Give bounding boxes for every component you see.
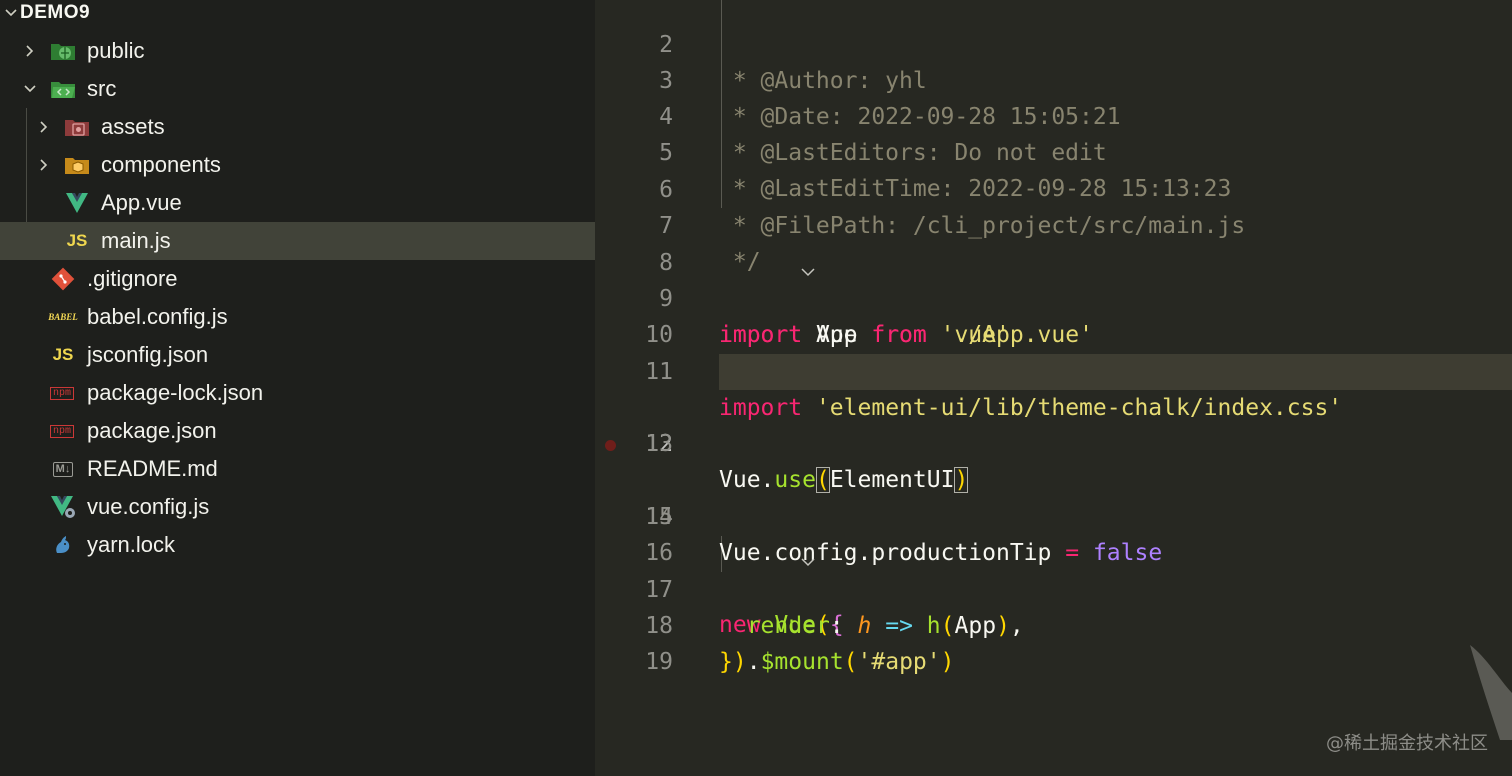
js-file-icon: JS (66, 231, 88, 250)
tree-item-label: README.md (87, 456, 218, 481)
tree-item-gitignore[interactable]: .gitignore (0, 260, 595, 298)
tree-item-label: yarn.lock (87, 532, 176, 557)
chevron-down-icon (22, 81, 38, 97)
code-line: 3 * @Date: 2022-09-28 15:05:21 (595, 27, 1512, 130)
code-line: 14 Vue.config.productionTip = false (595, 427, 1512, 566)
line-content: }).$mount('#app') (719, 649, 955, 675)
vscode-window: DEMO9 public src assets components App.v… (0, 0, 1512, 776)
tree-item-package-lock[interactable]: npm package-lock.json (0, 374, 595, 412)
markdown-file-icon: M↓ (49, 456, 77, 482)
tree-item-src[interactable]: src (0, 70, 595, 108)
tree-item-readme[interactable]: M↓ README.md (0, 450, 595, 488)
git-file-icon (50, 266, 76, 292)
tree-item-main-js[interactable]: JS main.js (0, 222, 595, 260)
npm-icon-text: npm (49, 386, 74, 400)
code-line: 2 * @Author: yhl (595, 0, 1512, 94)
code-line: 15 (595, 463, 1512, 530)
tree-item-label: jsconfig.json (87, 342, 209, 367)
folder-public-icon (50, 38, 76, 64)
vue-file-icon (64, 190, 90, 216)
npm-file-icon: npm (48, 418, 76, 444)
tree-item-label: babel.config.js (87, 304, 228, 329)
decorative-shape (1470, 645, 1512, 740)
chevron-right-icon (22, 43, 38, 59)
babel-file-icon: BABEL (48, 312, 78, 322)
code-line: 9 import App from './App.vue' (595, 245, 1512, 348)
tree-item-vue-config[interactable]: vue.config.js (0, 488, 595, 526)
tree-item-label: vue.config.js (87, 494, 210, 519)
code-line: 10 import ElementUI from 'element-ui' (595, 281, 1512, 384)
fold-chevron-icon[interactable] (689, 509, 815, 567)
code-line: 8 import Vue from 'vue' (595, 209, 1512, 348)
code-line: 13 (595, 390, 1512, 457)
yarn-file-icon (50, 532, 76, 558)
folder-src-icon (50, 76, 76, 102)
explorer-section-header[interactable]: DEMO9 (0, 0, 595, 26)
explorer-section-title: DEMO9 (20, 2, 91, 23)
code-line: 17 render: h => h(App), (595, 536, 1512, 639)
tree-item-public[interactable]: public (0, 32, 595, 70)
code-editor[interactable]: 2 * @Author: yhl 3 * @Date: 2022-09-28 1… (595, 0, 1512, 776)
folder-assets-icon (64, 114, 90, 140)
npm-file-icon: npm (48, 380, 76, 406)
code-line-current: 12 Vue.use(ElementUI) (595, 354, 1512, 493)
tree-item-label: package.json (87, 418, 217, 443)
tree-item-label: main.js (101, 228, 171, 253)
code-line: 19 (595, 608, 1512, 675)
tree-item-components[interactable]: components (0, 146, 595, 184)
tree-item-label: assets (101, 114, 165, 139)
chevron-right-icon (36, 119, 52, 135)
folder-components-icon (64, 152, 90, 178)
tree-item-package-json[interactable]: npm package.json (0, 412, 595, 450)
code-line: 4 * @LastEditors: Do not edit (595, 63, 1512, 166)
tree-item-app-vue[interactable]: App.vue (0, 184, 595, 222)
current-line-highlight (719, 354, 1512, 390)
tree-item-label: .gitignore (87, 266, 178, 291)
npm-icon-text: npm (49, 424, 74, 438)
watermark-text: @稀土掘金技术社区 (1326, 733, 1488, 754)
tree-item-jsconfig[interactable]: JS jsconfig.json (0, 336, 595, 374)
tree-item-babel-config[interactable]: BABEL babel.config.js (0, 298, 595, 336)
markdown-icon-text: M↓ (52, 461, 74, 477)
chevron-down-icon (2, 6, 20, 20)
code-line: 16 new Vue({ (595, 499, 1512, 638)
explorer-sidebar: DEMO9 public src assets components App.v… (0, 0, 595, 776)
tree-item-label: public (87, 38, 145, 63)
tree-item-label: package-lock.json (87, 380, 264, 405)
vue-config-icon (50, 494, 76, 520)
code-line: 6 * @FilePath: /cli_project/src/main.js (595, 136, 1512, 239)
code-line: 11 import 'element-ui/lib/theme-chalk/in… (595, 318, 1512, 421)
fold-chevron-icon[interactable] (689, 219, 815, 277)
tree-item-assets[interactable]: assets (0, 108, 595, 146)
tree-item-yarn-lock[interactable]: yarn.lock (0, 526, 595, 564)
tree-item-label: components (101, 152, 221, 177)
breakpoint-icon[interactable] (605, 440, 616, 451)
tree-item-label: src (87, 76, 117, 101)
line-number: 19 (645, 649, 673, 675)
tree-item-label: App.vue (101, 190, 182, 215)
chevron-right-icon (36, 157, 52, 173)
code-line: 5 * @LastEditTime: 2022-09-28 15:13:23 (595, 99, 1512, 202)
code-line: 7 */ (595, 172, 1512, 275)
js-config-icon: JS (52, 345, 74, 364)
code-line: 18 }).$mount('#app') (595, 572, 1512, 675)
